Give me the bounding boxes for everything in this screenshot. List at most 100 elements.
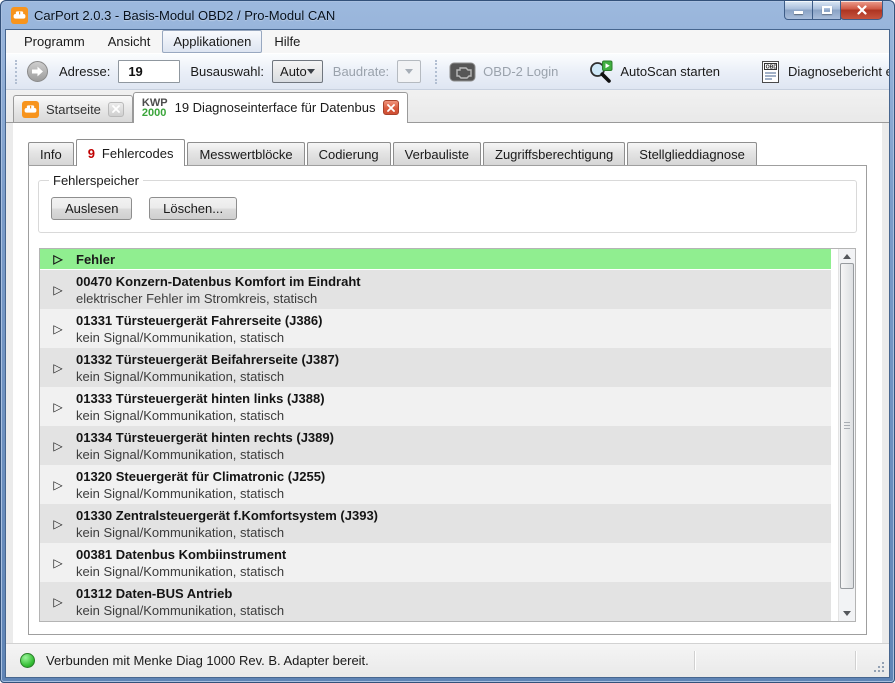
maximize-icon [822, 6, 832, 14]
row-marker-icon: ▷ [40, 252, 76, 266]
auslesen-button[interactable]: Auslesen [51, 197, 132, 220]
tab-close-button[interactable] [383, 100, 399, 115]
bus-select[interactable]: Auto [272, 60, 323, 83]
status-text: Verbunden mit Menke Diag 1000 Rev. B. Ad… [46, 653, 369, 668]
fault-detail: kein Signal/Kommunikation, statisch [76, 368, 339, 385]
fault-title: 01333 Türsteuergerät hinten links (J388) [76, 390, 325, 407]
fault-detail: kein Signal/Kommunikation, statisch [76, 602, 284, 619]
tab-verbauliste[interactable]: Verbauliste [393, 142, 481, 165]
tab-codierung[interactable]: Codierung [307, 142, 391, 165]
car-icon [22, 101, 39, 118]
tab-startseite[interactable]: Startseite [13, 95, 133, 122]
scroll-down-button[interactable] [839, 606, 855, 621]
toolbar-grip[interactable] [15, 60, 17, 84]
fault-row[interactable]: ▷ 01312 Daten-BUS Antrieb kein Signal/Ko… [40, 582, 831, 621]
fault-title: 01334 Türsteuergerät hinten rechts (J389… [76, 429, 334, 446]
menu-ansicht[interactable]: Ansicht [97, 30, 162, 53]
toolbar-grip[interactable] [435, 60, 437, 84]
table-gutter [831, 249, 838, 621]
obd2-login-button: OBD-2 Login [442, 59, 565, 85]
titlebar[interactable]: CarPort 2.0.3 - Basis-Modul OBD2 / Pro-M… [6, 0, 889, 30]
minimize-button[interactable] [784, 1, 813, 20]
close-button[interactable] [840, 1, 883, 20]
maximize-button[interactable] [812, 1, 841, 20]
window-title: CarPort 2.0.3 - Basis-Modul OBD2 / Pro-M… [34, 8, 335, 23]
minimize-icon [794, 11, 803, 14]
statusbar-divider [855, 651, 856, 670]
tab-close-button[interactable] [108, 102, 124, 117]
tab-diagnoseinterface[interactable]: KWP 2000 19 Diagnoseinterface für Datenb… [133, 92, 408, 123]
fault-row[interactable]: ▷ 01334 Türsteuergerät hinten rechts (J3… [40, 426, 831, 465]
bus-select-value: Auto [280, 64, 307, 79]
statusbar-divider [694, 651, 695, 670]
fault-detail: elektrischer Fehler im Stromkreis, stati… [76, 290, 361, 307]
row-marker-icon: ▷ [40, 322, 76, 336]
fault-row[interactable]: ▷ 01331 Türsteuergerät Fahrerseite (J386… [40, 309, 831, 348]
close-icon [387, 104, 395, 112]
bus-label: Busauswahl: [190, 64, 264, 79]
row-marker-icon: ▷ [40, 283, 76, 297]
tab-stellglieddiagnose[interactable]: Stellglieddiagnose [627, 142, 757, 165]
subtabs: Info 9Fehlercodes Messwertblöcke Codieru… [13, 139, 882, 165]
report-label: Diagnosebericht erstellen [788, 64, 889, 79]
menubar: Programm Ansicht Applikationen Hilfe [6, 30, 889, 53]
tab-info[interactable]: Info [28, 142, 74, 165]
tab-fehlercodes[interactable]: 9Fehlercodes [76, 139, 186, 166]
row-marker-icon: ▷ [40, 595, 76, 609]
loeschen-button[interactable]: Löschen... [149, 197, 237, 220]
toolbar: Adresse: Busauswahl: Auto Baudrate: [6, 53, 889, 90]
fault-detail: kein Signal/Kommunikation, statisch [76, 524, 378, 541]
autoscan-magnifier-icon [588, 59, 613, 84]
fault-row[interactable]: ▷ 00470 Konzern-Datenbus Komfort im Eind… [40, 270, 831, 309]
arrow-up-icon [843, 254, 851, 259]
report-button[interactable]: OBD Diagnosebericht erstellen [753, 57, 889, 87]
vertical-scrollbar[interactable] [838, 249, 855, 621]
statusbar: Verbunden mit Menke Diag 1000 Rev. B. Ad… [6, 643, 889, 677]
fault-title: 01332 Türsteuergerät Beifahrerseite (J38… [76, 351, 339, 368]
engine-icon [449, 62, 476, 82]
row-marker-icon: ▷ [40, 556, 76, 570]
fault-title: 01330 Zentralsteuergerät f.Komfortsystem… [76, 507, 378, 524]
fault-title: 00470 Konzern-Datenbus Komfort im Eindra… [76, 273, 361, 290]
autoscan-button[interactable]: AutoScan starten [581, 56, 727, 87]
fault-title: 01312 Daten-BUS Antrieb [76, 585, 284, 602]
app-icon [11, 7, 28, 24]
main-tabstrip: Startseite KWP 2000 19 Diagnoseinterface… [6, 90, 889, 123]
fault-rows: ▷ 00470 Konzern-Datenbus Komfort im Eind… [40, 270, 831, 621]
menu-applikationen[interactable]: Applikationen [162, 30, 262, 53]
fault-title: 01331 Türsteuergerät Fahrerseite (J386) [76, 312, 322, 329]
fault-detail: kein Signal/Kommunikation, statisch [76, 563, 286, 580]
fault-row[interactable]: ▷ 01320 Steuergerät für Climatronic (J25… [40, 465, 831, 504]
obd2-login-label: OBD-2 Login [483, 64, 558, 79]
address-input[interactable] [118, 60, 180, 83]
fault-table: ▷ Fehler ▷ 00470 Konzern-Datenbus Komfor [39, 248, 856, 622]
resize-grip[interactable] [873, 661, 885, 673]
chevron-down-icon [307, 69, 315, 74]
fault-row[interactable]: ▷ 01333 Türsteuergerät hinten links (J38… [40, 387, 831, 426]
fault-title: 01320 Steuergerät für Climatronic (J255) [76, 468, 325, 485]
diagnose-page: Info 9Fehlercodes Messwertblöcke Codieru… [13, 123, 882, 643]
fault-row[interactable]: ▷ 01330 Zentralsteuergerät f.Komfortsyst… [40, 504, 831, 543]
scroll-up-button[interactable] [839, 249, 855, 264]
fault-detail: kein Signal/Kommunikation, statisch [76, 485, 325, 502]
fehlerspeicher-groupbox: Fehlerspeicher Auslesen Löschen... [38, 180, 857, 233]
kwp2000-badge: KWP 2000 [142, 98, 168, 118]
menu-programm[interactable]: Programm [13, 30, 96, 53]
fault-row[interactable]: ▷ 00381 Datenbus Kombiinstrument kein Si… [40, 543, 831, 582]
fault-row[interactable]: ▷ 01332 Türsteuergerät Beifahrerseite (J… [40, 348, 831, 387]
tab-zugriffsberechtigung[interactable]: Zugriffsberechtigung [483, 142, 625, 165]
fault-table-header[interactable]: ▷ Fehler [40, 249, 831, 270]
tab-startseite-label: Startseite [46, 102, 101, 117]
fault-count-badge: 9 [88, 146, 95, 161]
scrollbar-thumb[interactable] [840, 263, 854, 589]
close-icon [112, 105, 120, 113]
tab-diagnoseinterface-label: 19 Diagnoseinterface für Datenbus [175, 100, 376, 115]
menu-hilfe[interactable]: Hilfe [263, 30, 311, 53]
row-marker-icon: ▷ [40, 517, 76, 531]
fault-detail: kein Signal/Kommunikation, statisch [76, 407, 325, 424]
app-window: CarPort 2.0.3 - Basis-Modul OBD2 / Pro-M… [0, 0, 895, 683]
fault-detail: kein Signal/Kommunikation, statisch [76, 329, 322, 346]
tab-messwertbloecke[interactable]: Messwertblöcke [187, 142, 304, 165]
fehlerspeicher-label: Fehlerspeicher [49, 173, 143, 188]
connect-icon[interactable] [26, 60, 49, 83]
